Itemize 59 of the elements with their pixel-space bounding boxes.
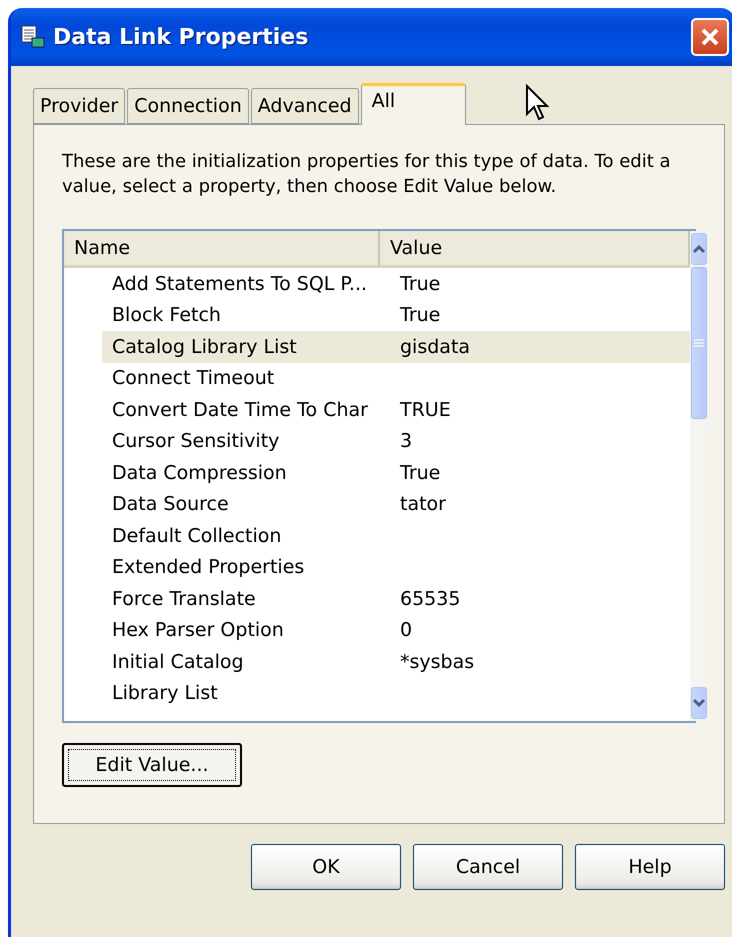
property-value: *sysbas: [399, 650, 474, 673]
tab[interactable]: All: [360, 83, 466, 125]
property-row[interactable]: Block Fetch True: [102, 300, 690, 331]
property-row[interactable]: Convert Date Time To Char TRUE: [102, 394, 690, 426]
property-name: Hex Parser Option: [111, 619, 285, 642]
window-title: Data Link Properties: [53, 24, 310, 50]
description-text: These are the initialization properties for this type of data. To edit a value, select a property, then choose Edit Value below.: [62, 150, 672, 199]
property-name: Block Fetch: [111, 304, 222, 326]
chevron-down-icon: [692, 698, 706, 708]
chevron-up-icon: [692, 244, 706, 254]
property-row[interactable]: Default Collection: [102, 520, 690, 552]
scroll-up-button[interactable]: [691, 233, 707, 265]
property-value: TRUE: [399, 398, 451, 421]
mouse-cursor-icon: [525, 84, 551, 122]
edit-value-button[interactable]: Edit Value...: [62, 743, 242, 787]
property-name: Force Translate: [111, 588, 257, 610]
dialog-button[interactable]: Cancel: [413, 844, 563, 890]
property-row[interactable]: Extended Properties: [102, 552, 690, 583]
tab[interactable]: Provider: [33, 88, 126, 124]
property-row[interactable]: Hex Parser Option 0: [102, 614, 690, 646]
tab[interactable]: Connection: [127, 88, 249, 124]
property-name: Cursor Sensitivity: [111, 430, 280, 452]
close-button[interactable]: [691, 18, 729, 56]
tab[interactable]: Advanced: [250, 88, 359, 124]
property-name: Add Statements To SQL P...: [111, 272, 368, 295]
property-row[interactable]: Catalog Library List gisdata: [102, 331, 690, 362]
property-name: Default Collection: [111, 524, 282, 547]
property-value: 65535: [399, 588, 460, 610]
property-value: True: [399, 462, 440, 484]
scroll-thumb[interactable]: [691, 267, 707, 419]
property-value: True: [399, 304, 440, 326]
property-name: Library List: [111, 682, 219, 704]
property-name: Catalog Library List: [111, 336, 298, 358]
close-icon: [699, 26, 721, 48]
property-value: gisdata: [399, 336, 470, 358]
property-row[interactable]: Force Translate 65535: [102, 583, 690, 614]
property-value: 3: [399, 430, 412, 452]
property-value: True: [399, 272, 440, 295]
dialog-button[interactable]: Help: [575, 844, 725, 890]
property-row[interactable]: Add Statements To SQL P... True: [102, 268, 690, 300]
property-name: Data Compression: [111, 462, 288, 484]
property-name: Data Source: [111, 493, 230, 516]
property-row[interactable]: Initial Catalog *sysbas: [102, 646, 690, 678]
property-value: tator: [399, 493, 446, 516]
property-row[interactable]: Data Compression True: [102, 457, 690, 488]
scrollbar[interactable]: [690, 231, 708, 721]
property-name: Initial Catalog: [111, 650, 245, 673]
property-row[interactable]: Connect Timeout: [102, 362, 690, 394]
property-name: Extended Properties: [111, 556, 306, 578]
column-header[interactable]: Name: [64, 231, 380, 265]
scroll-down-button[interactable]: [691, 687, 707, 719]
data-link-icon: [21, 25, 45, 49]
property-value: 0: [399, 619, 412, 642]
property-name: Connect Timeout: [111, 367, 276, 390]
dialog-button[interactable]: OK: [251, 844, 401, 890]
property-row[interactable]: Cursor Sensitivity 3: [102, 426, 690, 457]
property-row[interactable]: Library List: [102, 678, 690, 709]
property-name: Convert Date Time To Char: [111, 398, 369, 421]
property-row[interactable]: Data Source tator: [102, 488, 690, 520]
